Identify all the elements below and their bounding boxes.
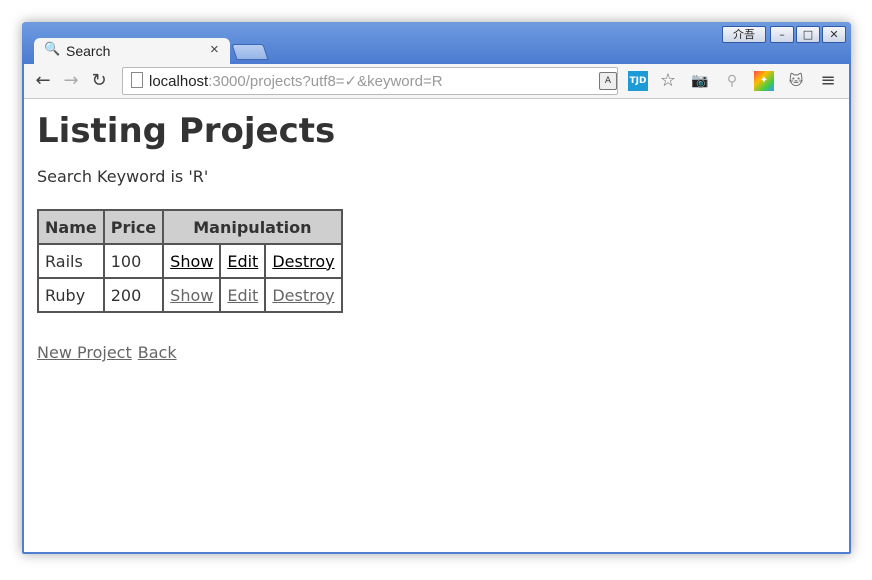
page-icon [131,72,143,88]
tab-search[interactable]: 🔍 Search × [34,38,230,64]
back-arrow-icon[interactable]: ← [32,70,54,92]
close-icon[interactable]: × [210,41,219,58]
header-name: Name [37,209,105,245]
search-icon: 🔍 [44,42,61,57]
back-link[interactable]: Back [138,343,177,362]
title-bar: 介吾 – □ ✕ 🔍 Search × [22,22,851,64]
table-row: Ruby 200 Show Edit Destroy [37,277,343,313]
camera-icon[interactable]: 📷 [690,71,710,91]
cell-name: Ruby [37,277,105,313]
close-window-button[interactable]: ✕ [822,26,846,43]
cat-extension-icon[interactable]: 🐱 [786,71,806,91]
show-link[interactable]: Show [170,252,213,271]
projects-table: Name Price Manipulation Rails 100 Show E… [37,209,343,313]
url-text[interactable]: localhost:3000/projects?utf8=✓&keyword=R [149,72,443,90]
table-header-row: Name Price Manipulation [37,209,343,245]
forward-arrow-icon[interactable]: → [60,70,82,92]
reload-icon[interactable]: ↻ [88,70,110,92]
table-row: Rails 100 Show Edit Destroy [37,243,343,279]
edit-link[interactable]: Edit [227,252,258,271]
search-keyword-text: Search Keyword is 'R' [37,167,209,186]
destroy-link[interactable]: Destroy [272,252,334,271]
color-extension-icon[interactable]: ✦ [754,71,774,91]
url-path: :3000/projects?utf8=✓&keyword=R [208,73,443,90]
browser-toolbar: ← → ↻ localhost:3000/projects?utf8=✓&key… [24,64,849,99]
new-project-link[interactable]: New Project [37,343,132,362]
footer-links: New Project Back [37,343,183,362]
star-icon[interactable]: ☆ [658,71,678,91]
minimize-button[interactable]: – [770,26,794,43]
url-host: localhost [149,73,209,90]
sitemap-icon[interactable]: ⚲ [722,71,742,91]
header-price: Price [102,209,165,245]
page-content: Listing Projects Search Keyword is 'R' N… [24,99,849,552]
header-manipulation: Manipulation [162,209,343,245]
edit-link[interactable]: Edit [227,286,258,305]
cell-price: 100 [102,243,165,279]
tjd-extension-icon[interactable]: TJD [628,71,648,91]
maximize-button[interactable]: □ [796,26,820,43]
cell-name: Rails [37,243,105,279]
ime-indicator[interactable]: 介吾 [722,26,766,43]
translate-icon[interactable]: A [599,72,617,90]
address-bar[interactable]: localhost:3000/projects?utf8=✓&keyword=R… [122,67,618,95]
page-title: Listing Projects [37,111,336,151]
tab-title: Search [66,43,111,59]
new-tab-button[interactable] [231,44,269,60]
browser-window: 介吾 – □ ✕ 🔍 Search × ← → ↻ localhost:3000… [22,22,851,554]
menu-icon[interactable]: ≡ [818,71,838,91]
cell-price: 200 [102,277,165,313]
destroy-link[interactable]: Destroy [272,286,334,305]
show-link[interactable]: Show [170,286,213,305]
